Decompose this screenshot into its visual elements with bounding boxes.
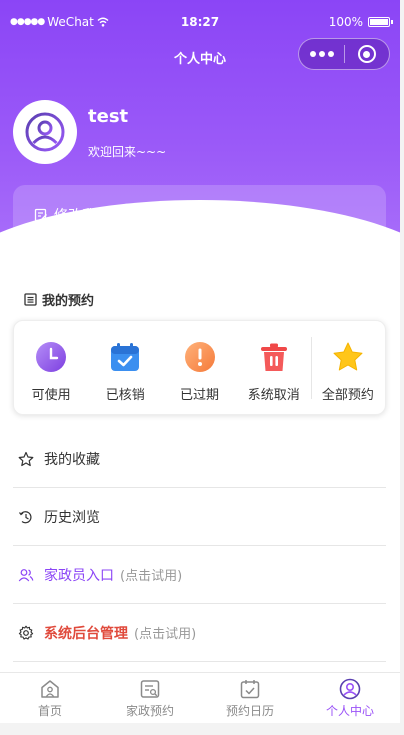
more-icon[interactable] — [299, 51, 344, 57]
page: ●●●●● WeChat 18:27 100% 个人中心 test 欢迎回来~~… — [0, 0, 400, 723]
gear-icon — [18, 625, 34, 640]
appointment-expired[interactable]: 已过期 — [162, 321, 236, 414]
calendar-icon — [240, 680, 260, 699]
menu-history-label: 历史浏览 — [44, 509, 100, 526]
tab-booking-label: 家政预约 — [125, 704, 174, 718]
menu-list: 我的收藏 历史浏览 家政员入口 (点击试用) 系统后台管理 (点击试用) — [13, 430, 386, 662]
menu-admin-hint: (点击试用) — [134, 627, 197, 642]
appointment-available[interactable]: 可使用 — [14, 321, 88, 414]
appointment-verified-label: 已核销 — [105, 388, 145, 403]
frame-edge-bottom — [0, 723, 404, 735]
appointments-card: 可使用 已核销 已过期 系统取消 全部预约 — [13, 320, 386, 415]
menu-favorites[interactable]: 我的收藏 — [13, 430, 386, 488]
tab-profile-label: 个人中心 — [325, 704, 374, 718]
close-miniprogram-icon[interactable] — [345, 45, 389, 63]
users-icon — [18, 568, 34, 581]
appointments-section-title: 我的预约 — [24, 290, 94, 309]
appointment-system-cancelled[interactable]: 系统取消 — [237, 321, 311, 414]
menu-housekeeper-label: 家政员入口 — [44, 567, 114, 584]
tab-home-label: 首页 — [37, 704, 62, 718]
menu-admin-label: 系统后台管理 — [44, 625, 128, 642]
calendar-check-icon — [108, 340, 142, 374]
status-right: 100% — [328, 15, 393, 29]
menu-housekeeper-hint: (点击试用) — [120, 569, 183, 584]
edit-icon — [34, 208, 47, 222]
appointment-all-label: 全部预约 — [321, 388, 374, 403]
edit-profile-label: 修改我的个人资料 — [54, 208, 166, 224]
nav-bar: 个人中心 — [0, 36, 400, 76]
menu-history[interactable]: 历史浏览 — [13, 488, 386, 546]
tab-bar: 首页 家政预约 预约日历 个人中心 — [0, 672, 400, 723]
username: test — [88, 106, 129, 127]
welcome-text: 欢迎回来~~~ — [88, 145, 167, 159]
tab-booking[interactable]: 家政预约 — [100, 673, 200, 723]
tab-calendar-label: 预约日历 — [225, 704, 274, 718]
history-icon — [19, 510, 32, 523]
frame-edge-right — [400, 0, 404, 735]
battery-icon — [368, 17, 393, 27]
miniprogram-capsule — [298, 38, 390, 70]
menu-housekeeper-entry[interactable]: 家政员入口 (点击试用) — [13, 546, 386, 604]
tab-home[interactable]: 首页 — [0, 673, 100, 723]
appointment-all[interactable]: 全部预约 — [310, 321, 385, 414]
user-avatar-icon — [25, 112, 65, 152]
alert-icon — [183, 340, 217, 374]
clock-icon — [34, 340, 68, 374]
appointment-expired-label: 已过期 — [180, 388, 220, 403]
user-icon — [339, 678, 361, 700]
trash-icon — [257, 340, 291, 374]
tab-calendar[interactable]: 预约日历 — [200, 673, 300, 723]
booking-icon — [140, 680, 160, 698]
list-icon — [24, 293, 37, 306]
appointment-available-label: 可使用 — [31, 388, 71, 403]
home-icon — [41, 680, 59, 698]
appointment-verified[interactable]: 已核销 — [88, 321, 162, 414]
menu-admin[interactable]: 系统后台管理 (点击试用) — [13, 604, 386, 662]
menu-favorites-label: 我的收藏 — [44, 451, 100, 468]
edit-profile-button[interactable]: 修改我的个人资料 — [13, 185, 386, 245]
star-icon — [331, 340, 365, 374]
battery-percent: 100% — [328, 15, 363, 29]
tab-profile[interactable]: 个人中心 — [300, 673, 400, 723]
appointments-title: 我的预约 — [42, 294, 95, 309]
avatar[interactable] — [13, 100, 77, 164]
star-outline-icon — [18, 451, 34, 466]
status-bar: ●●●●● WeChat 18:27 100% — [0, 12, 400, 34]
appointment-system-cancelled-label: 系统取消 — [247, 388, 300, 403]
